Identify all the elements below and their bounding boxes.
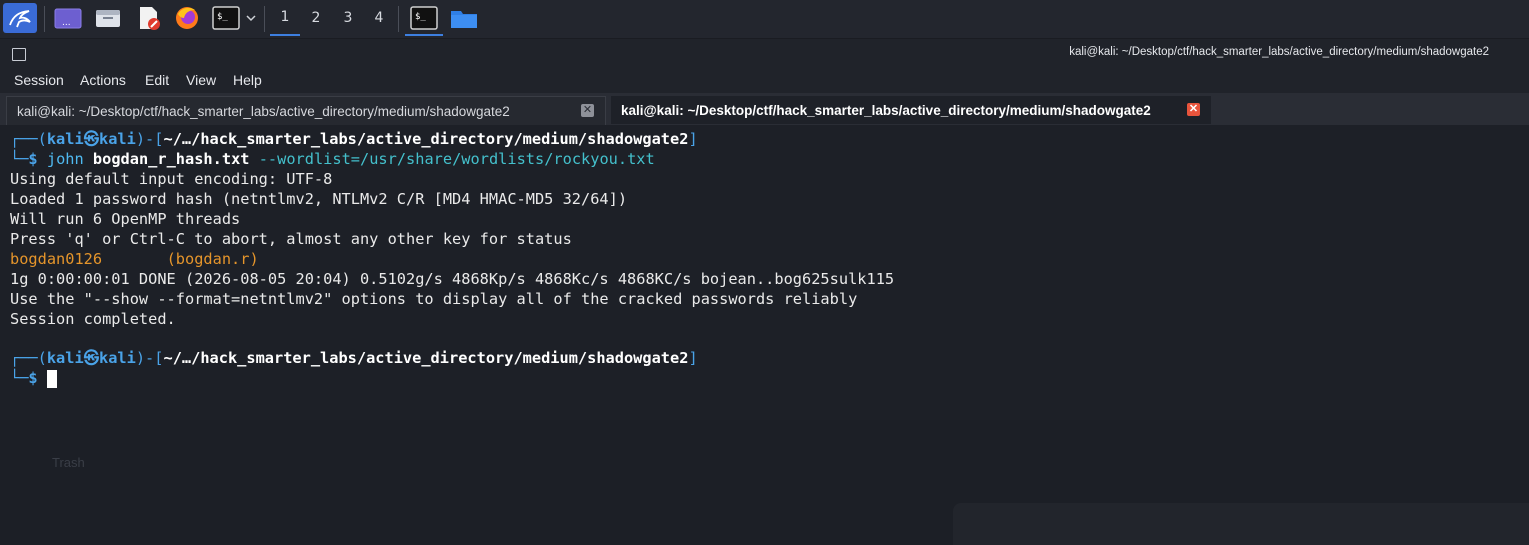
- menu-session[interactable]: Session: [14, 72, 64, 88]
- output-line: Session completed.: [10, 310, 176, 328]
- tab-label: kali@kali: ~/Desktop/ctf/hack_smarter_la…: [17, 103, 510, 119]
- terminal-window-icon: [12, 48, 26, 61]
- workspace-1[interactable]: 1: [270, 0, 300, 36]
- menu-bar: Session Actions Edit View Help: [0, 69, 1529, 93]
- window-title: kali@kali: ~/Desktop/ctf/hack_smarter_la…: [1069, 46, 1489, 58]
- file-manager-icon[interactable]: [91, 3, 125, 33]
- text-editor-icon[interactable]: [131, 3, 165, 33]
- menu-view[interactable]: View: [186, 72, 216, 88]
- close-icon[interactable]: ✕: [1187, 103, 1200, 116]
- tab-2[interactable]: kali@kali: ~/Desktop/ctf/hack_smarter_la…: [611, 96, 1211, 124]
- window-titlebar[interactable]: kali@kali: ~/Desktop/ctf/hack_smarter_la…: [0, 39, 1529, 69]
- cracked-password-line: bogdan0126 (bogdan.r): [10, 249, 259, 269]
- chevron-down-icon[interactable]: [244, 3, 258, 33]
- cracked-user: (bogdan.r): [166, 250, 259, 268]
- output-line: 1g 0:00:00:01 DONE (2026-08-05 20:04) 0.…: [10, 270, 895, 288]
- workspace-3[interactable]: 3: [333, 0, 363, 36]
- close-icon[interactable]: ✕: [581, 104, 594, 117]
- terminal-task-icon[interactable]: $_: [405, 3, 443, 33]
- background-window: [953, 503, 1529, 545]
- kali-menu-icon[interactable]: [3, 3, 37, 33]
- text-cursor: [46, 369, 57, 388]
- svg-text:...: ...: [62, 18, 71, 28]
- terminal-icon[interactable]: $_: [209, 3, 243, 33]
- output-line: Loaded 1 password hash (netntlmv2, NTLMv…: [10, 190, 628, 208]
- workspace-2[interactable]: 2: [301, 0, 331, 36]
- cracked-password: bogdan0126: [10, 250, 103, 268]
- menu-actions[interactable]: Actions: [80, 72, 126, 88]
- active-task-indicator: [405, 34, 443, 36]
- svg-text:$_: $_: [415, 12, 426, 22]
- output-line: Using default input encoding: UTF-8: [10, 170, 333, 188]
- svg-text:$_: $_: [217, 12, 228, 22]
- tab-label: kali@kali: ~/Desktop/ctf/hack_smarter_la…: [621, 102, 1151, 118]
- prompt-line: ┌──(kali㉿kali)-[~/…/hack_smarter_labs/ac…: [10, 349, 698, 367]
- prompt-line: ┌──(kali㉿kali)-[~/…/hack_smarter_labs/ac…: [10, 130, 698, 148]
- output-line: Use the "--show --format=netntlmv2" opti…: [10, 290, 858, 308]
- command-line: └─$ john bogdan_r_hash.txt --wordlist=/u…: [10, 150, 655, 168]
- terminal-area[interactable]: Trash ┌──(kali㉿kali)-[~/…/hack_smarter_l…: [0, 125, 1529, 545]
- workspace-4[interactable]: 4: [364, 0, 394, 36]
- desktop-trash-label: Trash: [52, 455, 85, 470]
- folder-icon[interactable]: [447, 3, 481, 33]
- tab-bar: kali@kali: ~/Desktop/ctf/hack_smarter_la…: [0, 93, 1529, 125]
- output-line: Press 'q' or Ctrl-C to abort, almost any…: [10, 230, 572, 248]
- tab-1[interactable]: kali@kali: ~/Desktop/ctf/hack_smarter_la…: [6, 96, 606, 125]
- firefox-icon[interactable]: [170, 3, 204, 33]
- desktop-icon[interactable]: ...: [51, 3, 85, 33]
- menu-help[interactable]: Help: [233, 72, 262, 88]
- input-line[interactable]: └─$: [10, 368, 57, 388]
- menu-edit[interactable]: Edit: [145, 72, 169, 88]
- top-panel: ... $_ 1 2 3 4 $_: [0, 0, 1529, 39]
- output-line: Will run 6 OpenMP threads: [10, 210, 241, 228]
